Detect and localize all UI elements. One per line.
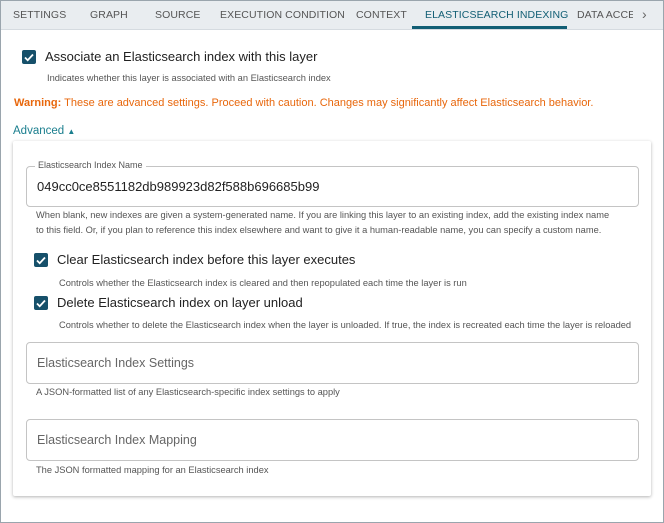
associate-help: Indicates whether this layer is associat… [47, 73, 331, 83]
index-name-value: 049cc0ce8551182db989923d82f588b696685b99 [37, 179, 320, 194]
tab-execution-condition[interactable]: EXECUTION CONDITION [220, 9, 345, 21]
chevron-right-icon[interactable]: › [642, 6, 647, 22]
active-tab-indicator [412, 26, 567, 29]
tab-context[interactable]: CONTEXT [356, 9, 407, 21]
index-settings-input[interactable]: Elasticsearch Index Settings [26, 342, 639, 384]
check-icon [36, 256, 46, 265]
tab-data-access[interactable]: DATA ACCES [577, 9, 633, 21]
clear-index-label: Clear Elasticsearch index before this la… [57, 252, 356, 267]
index-mapping-placeholder: Elasticsearch Index Mapping [37, 433, 197, 447]
tab-settings[interactable]: SETTINGS [13, 9, 66, 21]
clear-index-help: Controls whether the Elasticsearch index… [59, 278, 467, 288]
index-mapping-input[interactable]: Elasticsearch Index Mapping [26, 419, 639, 461]
check-icon [36, 299, 46, 308]
delete-index-label: Delete Elasticsearch index on layer unlo… [57, 295, 303, 310]
warning-text: These are advanced settings. Proceed wit… [64, 97, 594, 109]
index-settings-help: A JSON-formatted list of any Elasticsear… [36, 387, 340, 397]
tab-graph[interactable]: GRAPH [90, 9, 128, 21]
index-mapping-help: The JSON formatted mapping for an Elasti… [36, 465, 269, 475]
associate-checkbox[interactable] [22, 50, 36, 64]
warning-prefix: Warning: [14, 97, 62, 109]
index-name-help-1: When blank, new indexes are given a syst… [36, 210, 610, 220]
caret-up-icon: ▲ [67, 127, 76, 136]
associate-label: Associate an Elasticsearch index with th… [45, 49, 318, 64]
tab-elasticsearch-indexing[interactable]: ELASTICSEARCH INDEXING [425, 9, 568, 21]
clear-index-checkbox[interactable] [34, 253, 48, 267]
advanced-label: Advanced [13, 125, 65, 137]
index-name-label: Elasticsearch Index Name [35, 160, 146, 170]
warning-message: Warning: These are advanced settings. Pr… [14, 97, 593, 109]
tab-source[interactable]: SOURCE [155, 9, 201, 21]
delete-index-help: Controls whether to delete the Elasticse… [59, 320, 632, 330]
tab-bar: SETTINGS GRAPH SOURCE EXECUTION CONDITIO… [1, 1, 663, 30]
advanced-toggle[interactable]: Advanced ▲ [13, 125, 75, 137]
delete-index-checkbox[interactable] [34, 296, 48, 310]
check-icon [24, 53, 34, 62]
index-settings-placeholder: Elasticsearch Index Settings [37, 356, 195, 370]
index-name-help-2: to this field. Or, if you plan to refere… [36, 225, 602, 235]
index-name-input[interactable]: Elasticsearch Index Name 049cc0ce8551182… [26, 160, 639, 207]
